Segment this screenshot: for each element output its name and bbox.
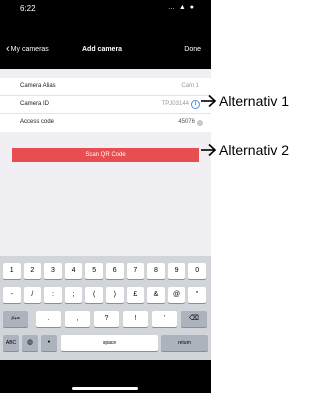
key[interactable]: @ [167,287,186,303]
back-button-label: My cameras [10,46,49,53]
phone-screen: 6:22 … ▲ ● ‹ My cameras Add camera Done … [0,0,211,393]
space-key[interactable]: space [61,335,158,351]
key[interactable]: 9 [167,263,186,279]
clear-icon[interactable] [197,120,203,126]
delete-key[interactable]: ⌫ [181,311,207,327]
key[interactable]: ) [106,287,124,303]
key[interactable]: ' [152,311,177,327]
status-icons: … ▲ ● [167,4,195,11]
status-time: 6:22 [20,4,36,13]
key[interactable]: - [3,287,21,303]
key[interactable]: 8 [147,263,165,279]
key[interactable]: ! [123,311,148,327]
camera-alias-label: Camera Alias [20,83,56,89]
callout-label: Alternativ 1 [219,93,290,109]
key[interactable]: 4 [64,263,83,279]
abc-key[interactable]: ABC [3,335,19,351]
camera-alias-row[interactable]: Camera Alias Cam 1 [0,78,211,96]
camera-id-row[interactable]: Camera ID TPJ03144 i [0,96,211,114]
symbols-key[interactable]: #+= [3,311,28,327]
key[interactable]: 7 [126,263,145,279]
done-button[interactable]: Done [184,46,201,53]
globe-key[interactable]: ◍ [22,335,38,351]
return-key[interactable]: return [161,335,208,351]
key[interactable]: 1 [3,263,21,279]
microphone-key[interactable]: • [41,335,57,351]
page-title: Add camera [82,46,123,53]
chevron-left-icon: ‹ [6,43,10,55]
info-icon[interactable]: i [191,100,200,109]
arrow-right-icon [201,143,217,157]
callout-label: Alternativ 2 [219,142,290,158]
key[interactable]: ; [64,287,83,303]
camera-id-label: Camera ID [20,101,50,107]
keyboard: 1 2 3 4 5 6 7 8 9 0 - /:;() £ & @ " #+=.,?! ' ⌫ ABC ◍ • space r… [0,256,211,360]
key[interactable]: 6 [106,263,124,279]
key[interactable]: / [23,287,42,303]
back-button[interactable]: ‹ My cameras [6,43,49,55]
key[interactable]: 3 [44,263,62,279]
access-code-input[interactable]: 45076 [178,119,195,125]
key[interactable]: 5 [85,263,103,279]
camera-alias-input[interactable]: Cam 1 [181,83,199,89]
key[interactable]: : [44,287,62,303]
scan-qr-code-button[interactable]: Scan QR Code [12,148,199,162]
key[interactable]: " [188,287,206,303]
camera-form: Camera Alias Cam 1 Camera ID TPJ03144 i … [0,78,211,132]
key[interactable]: £ [126,287,145,303]
key[interactable]: ( [85,287,103,303]
key[interactable]: ? [94,311,119,327]
nav-bar: ‹ My cameras Add camera Done [0,37,211,65]
key[interactable]: . [36,311,61,327]
content-area: Camera Alias Cam 1 Camera ID TPJ03144 i … [0,69,211,256]
arrow-right-icon [201,94,217,108]
status-bar: 6:22 … ▲ ● [0,0,211,18]
callout-alternativ-2: Alternativ 2 [200,142,290,158]
key[interactable]: & [147,287,165,303]
key[interactable]: 2 [23,263,42,279]
callout-alternativ-1: Alternativ 1 [200,93,290,109]
access-code-label: Access code [20,119,55,125]
key[interactable]: , [65,311,90,327]
camera-id-input[interactable]: TPJ03144 [162,101,189,107]
key[interactable]: 0 [188,263,206,279]
home-indicator[interactable] [72,387,138,390]
access-code-row[interactable]: Access code 45076 [0,114,211,132]
